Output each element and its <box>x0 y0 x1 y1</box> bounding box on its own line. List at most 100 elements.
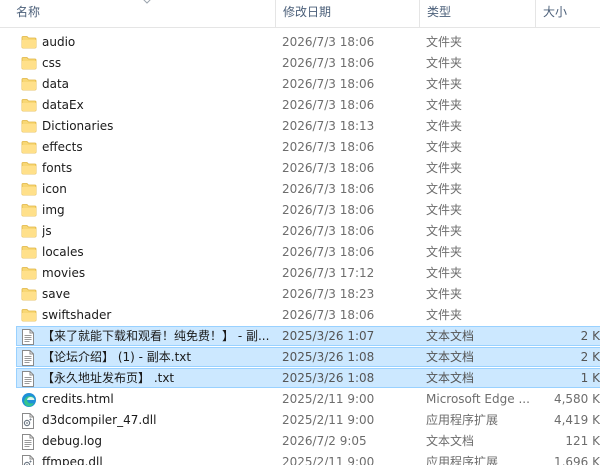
folder-row[interactable]: movies 2026/7/3 17:12 文件夹 <box>0 263 600 284</box>
item-modified-date: 2026/7/2 9:05 <box>282 434 367 448</box>
folder-icon <box>21 53 37 74</box>
file-list: audio 2026/7/3 18:06 文件夹 css 2026/7/3 18:06 文… <box>0 32 600 465</box>
item-name: css <box>42 56 62 70</box>
item-name: 【永久地址发布页】 .txt <box>42 371 175 385</box>
item-type: 文件夹 <box>426 266 463 280</box>
item-type: Microsoft Edge ... <box>426 392 530 406</box>
column-header: 名称 修改日期 类型 大小 <box>0 0 600 28</box>
item-name: data <box>42 77 70 91</box>
item-modified-date: 2026/7/3 18:06 <box>282 35 375 49</box>
item-type: 文件夹 <box>426 35 463 49</box>
item-modified-date: 2025/2/11 9:00 <box>282 455 375 465</box>
folder-icon <box>21 200 37 221</box>
item-modified-date: 2026/7/3 18:06 <box>282 203 375 217</box>
item-size <box>540 95 600 116</box>
column-header-name[interactable]: 名称 <box>0 0 275 27</box>
item-size <box>540 242 600 263</box>
folder-row[interactable]: img 2026/7/3 18:06 文件夹 <box>0 200 600 221</box>
item-size <box>540 221 600 242</box>
item-modified-date: 2026/7/3 18:06 <box>282 224 375 238</box>
item-modified-date: 2026/7/3 18:06 <box>282 98 375 112</box>
item-name: locales <box>42 245 84 259</box>
item-size: 2 K <box>580 329 600 343</box>
item-size <box>540 53 600 74</box>
item-type: 文件夹 <box>426 140 463 154</box>
folder-row[interactable]: css 2026/7/3 18:06 文件夹 <box>0 53 600 74</box>
item-modified-date: 2026/7/3 18:23 <box>282 287 375 301</box>
item-type: 文件夹 <box>426 287 463 301</box>
item-type: 文本文档 <box>426 350 475 364</box>
folder-row[interactable]: audio 2026/7/3 18:06 文件夹 <box>0 32 600 53</box>
folder-icon <box>21 284 37 305</box>
item-modified-date: 2026/7/3 18:06 <box>282 161 375 175</box>
item-name: 【论坛介绍】 (1) - 副本.txt <box>42 350 192 364</box>
item-type: 文本文档 <box>426 329 475 343</box>
text-document-icon <box>21 431 37 452</box>
item-name: img <box>42 203 65 217</box>
folder-row[interactable]: data 2026/7/3 18:06 文件夹 <box>0 74 600 95</box>
folder-icon <box>21 137 37 158</box>
item-name: 【来了就能下载和观看！纯免费！】 - 副... <box>42 329 270 343</box>
folder-row[interactable]: save 2026/7/3 18:23 文件夹 <box>0 284 600 305</box>
item-modified-date: 2025/3/26 1:08 <box>282 350 375 364</box>
text-document-icon <box>21 368 37 389</box>
item-type: 文件夹 <box>426 203 463 217</box>
item-name: icon <box>42 182 67 196</box>
text-document-icon <box>21 347 37 368</box>
folder-icon <box>21 74 37 95</box>
folder-row[interactable]: locales 2026/7/3 18:06 文件夹 <box>0 242 600 263</box>
column-header-size[interactable]: 大小 <box>535 0 600 27</box>
folder-row[interactable]: Dictionaries 2026/7/3 18:13 文件夹 <box>0 116 600 137</box>
folder-row[interactable]: js 2026/7/3 18:06 文件夹 <box>0 221 600 242</box>
item-type: 文件夹 <box>426 119 463 133</box>
item-name: effects <box>42 140 83 154</box>
folder-icon <box>21 95 37 116</box>
item-type: 文件夹 <box>426 161 463 175</box>
item-size <box>540 263 600 284</box>
item-size: 121 K <box>565 434 600 448</box>
item-type: 文件夹 <box>426 224 463 238</box>
folder-row[interactable]: fonts 2026/7/3 18:06 文件夹 <box>0 158 600 179</box>
item-size <box>540 200 600 221</box>
file-row[interactable]: d3dcompiler_47.dll 2025/2/11 9:00 应用程序扩展 4,… <box>0 410 600 431</box>
item-name: debug.log <box>42 434 102 448</box>
file-row[interactable]: credits.html 2025/2/11 9:00 Microsoft Edge… <box>0 389 600 410</box>
item-name: d3dcompiler_47.dll <box>42 413 157 427</box>
file-row[interactable]: 【来了就能下载和观看！纯免费！】 - 副... 2025/3/26 1:07 文本文… <box>0 326 600 347</box>
file-row[interactable]: debug.log 2026/7/2 9:05 文本文档 121 K <box>0 431 600 452</box>
edge-icon <box>21 389 37 410</box>
file-row[interactable]: ffmpeg.dll 2025/2/11 9:00 应用程序扩展 1,696 K <box>0 452 600 465</box>
item-size <box>540 179 600 200</box>
item-size: 1,696 K <box>553 455 600 465</box>
item-size: 4,580 K <box>553 392 600 406</box>
file-row[interactable]: 【永久地址发布页】 .txt 2025/3/26 1:08 文本文档 1 K <box>0 368 600 389</box>
item-modified-date: 2026/7/3 18:06 <box>282 140 375 154</box>
folder-icon <box>21 179 37 200</box>
item-modified-date: 2026/7/3 18:06 <box>282 245 375 259</box>
folder-row[interactable]: icon 2026/7/3 18:06 文件夹 <box>0 179 600 200</box>
item-type: 文件夹 <box>426 98 463 112</box>
item-name: ffmpeg.dll <box>42 455 103 465</box>
folder-row[interactable]: swiftshader 2026/7/3 18:06 文件夹 <box>0 305 600 326</box>
folder-icon <box>21 305 37 326</box>
file-row[interactable]: 【论坛介绍】 (1) - 副本.txt 2025/3/26 1:08 文本文档 2 K <box>0 347 600 368</box>
item-type: 文件夹 <box>426 245 463 259</box>
item-type: 文件夹 <box>426 77 463 91</box>
item-modified-date: 2026/7/3 18:06 <box>282 77 375 91</box>
item-type: 文件夹 <box>426 56 463 70</box>
dll-file-icon <box>21 410 37 431</box>
item-name: Dictionaries <box>42 119 114 133</box>
column-header-type[interactable]: 类型 <box>419 0 535 27</box>
item-size <box>540 305 600 326</box>
item-name: js <box>42 224 52 238</box>
item-type: 文件夹 <box>426 182 463 196</box>
item-modified-date: 2026/7/3 18:06 <box>282 308 375 322</box>
folder-row[interactable]: effects 2026/7/3 18:06 文件夹 <box>0 137 600 158</box>
item-modified-date: 2025/3/26 1:08 <box>282 371 375 385</box>
item-name: audio <box>42 35 76 49</box>
folder-icon <box>21 116 37 137</box>
column-header-date[interactable]: 修改日期 <box>275 0 419 27</box>
folder-row[interactable]: dataEx 2026/7/3 18:06 文件夹 <box>0 95 600 116</box>
item-type: 应用程序扩展 <box>426 455 499 465</box>
item-modified-date: 2025/3/26 1:07 <box>282 329 375 343</box>
